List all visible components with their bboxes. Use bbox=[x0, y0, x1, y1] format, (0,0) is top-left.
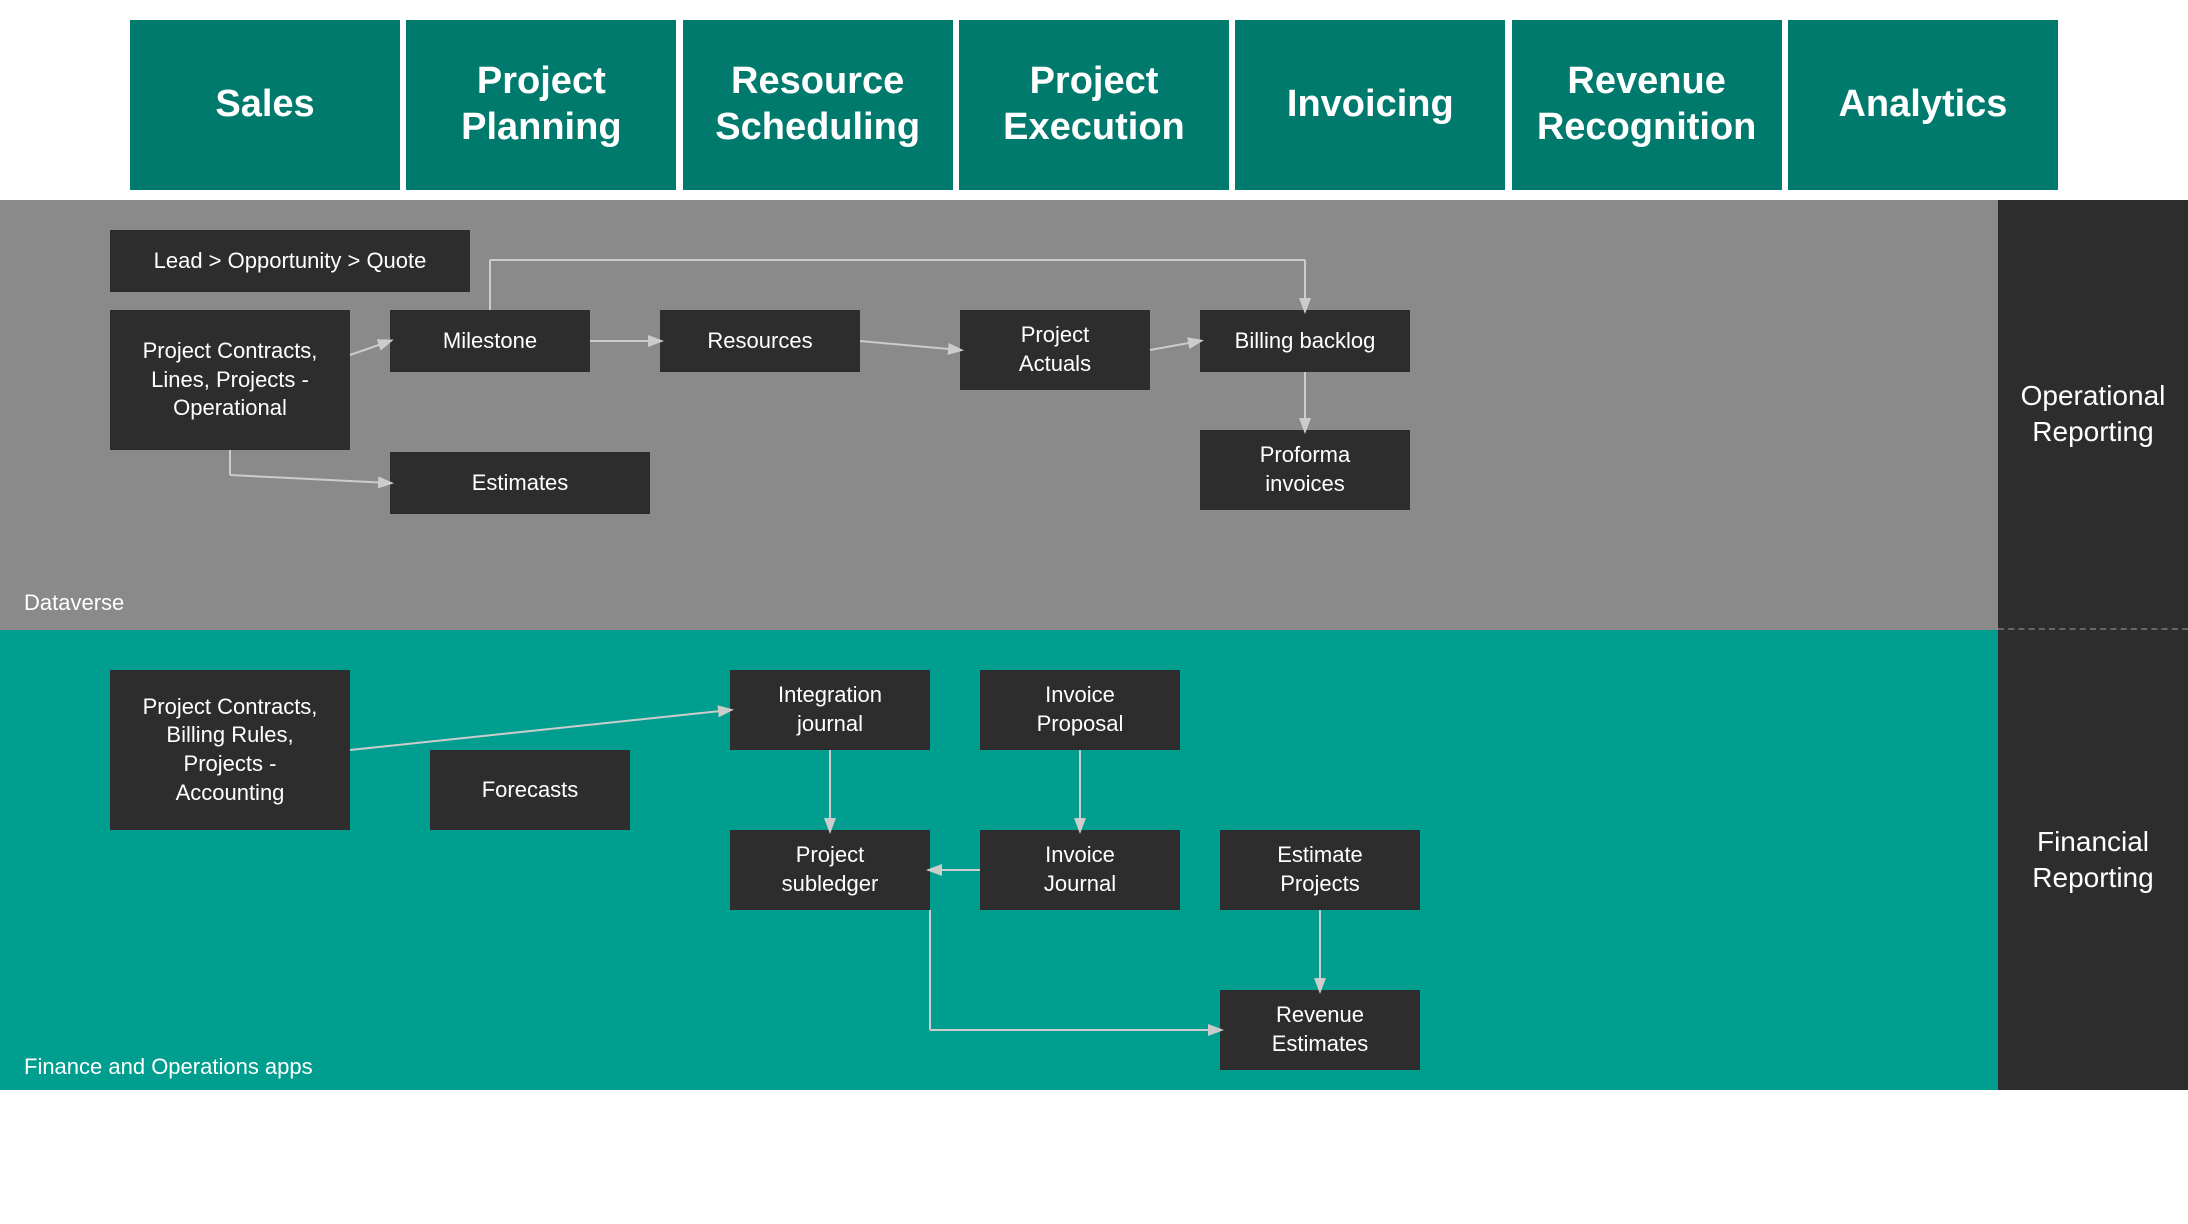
contracts-label: Project Contracts, Lines, Projects - Ope… bbox=[143, 337, 318, 423]
proj-contracts-accounting-label: Project Contracts, Billing Rules, Projec… bbox=[143, 693, 318, 807]
tile-sales: Sales bbox=[130, 20, 400, 190]
estimate-projects-box: Estimate Projects bbox=[1220, 830, 1420, 910]
tile-invoicing: Invoicing bbox=[1235, 20, 1505, 190]
milestone-label: Milestone bbox=[443, 327, 537, 356]
dataverse-label: Dataverse bbox=[24, 590, 124, 616]
project-subledger-label: Project subledger bbox=[782, 841, 879, 898]
forecasts-label: Forecasts bbox=[482, 776, 579, 805]
proforma-invoices-label: Proforma invoices bbox=[1260, 441, 1350, 498]
tile-project-execution: Project Execution bbox=[959, 20, 1229, 190]
project-subledger-box: Project subledger bbox=[730, 830, 930, 910]
integration-journal-box: Integration journal bbox=[730, 670, 930, 750]
proj-contracts-accounting-box: Project Contracts, Billing Rules, Projec… bbox=[110, 670, 350, 830]
analytics-column: Operational Reporting Financial Reportin… bbox=[1998, 200, 2188, 1090]
tile-revenue-recognition-label: Revenue Recognition bbox=[1537, 59, 1757, 150]
tile-project-execution-label: Project Execution bbox=[1003, 59, 1185, 150]
resources-box: Resources bbox=[660, 310, 860, 372]
tile-project-planning: Project Planning bbox=[406, 20, 676, 190]
tile-analytics: Analytics bbox=[1788, 20, 2058, 190]
tile-sales-label: Sales bbox=[215, 82, 314, 128]
milestone-box: Milestone bbox=[390, 310, 590, 372]
estimates-label: Estimates bbox=[472, 469, 569, 498]
proforma-invoices-box: Proforma invoices bbox=[1200, 430, 1410, 510]
project-actuals-box: Project Actuals bbox=[960, 310, 1150, 390]
revenue-estimates-box: Revenue Estimates bbox=[1220, 990, 1420, 1070]
invoice-journal-box: Invoice Journal bbox=[980, 830, 1180, 910]
tile-invoicing-label: Invoicing bbox=[1287, 82, 1454, 128]
resources-label: Resources bbox=[707, 327, 812, 356]
billing-backlog-box: Billing backlog bbox=[1200, 310, 1410, 372]
financial-reporting-cell: Financial Reporting bbox=[1998, 630, 2188, 1090]
dataverse-section: Lead > Opportunity > Quote Project Contr… bbox=[0, 200, 1998, 630]
lead-label: Lead > Opportunity > Quote bbox=[154, 247, 427, 276]
tile-revenue-recognition: Revenue Recognition bbox=[1512, 20, 1782, 190]
revenue-estimates-label: Revenue Estimates bbox=[1272, 1001, 1369, 1058]
operational-reporting-cell: Operational Reporting bbox=[1998, 200, 2188, 630]
estimate-projects-label: Estimate Projects bbox=[1277, 841, 1363, 898]
header-row: Sales Project Planning Resource Scheduli… bbox=[0, 20, 2188, 190]
finance-label: Finance and Operations apps bbox=[24, 1054, 313, 1080]
tile-resource-scheduling-label: Resource Scheduling bbox=[715, 59, 920, 150]
integration-journal-label: Integration journal bbox=[778, 681, 882, 738]
tile-project-planning-label: Project Planning bbox=[461, 59, 621, 150]
forecasts-box: Forecasts bbox=[430, 750, 630, 830]
diagram-area: Lead > Opportunity > Quote Project Contr… bbox=[0, 200, 2188, 1090]
billing-backlog-label: Billing backlog bbox=[1235, 327, 1376, 356]
contracts-box: Project Contracts, Lines, Projects - Ope… bbox=[110, 310, 350, 450]
tile-resource-scheduling: Resource Scheduling bbox=[683, 20, 953, 190]
invoice-journal-label: Invoice Journal bbox=[1044, 841, 1116, 898]
lead-box: Lead > Opportunity > Quote bbox=[110, 230, 470, 292]
financial-reporting-label: Financial Reporting bbox=[1998, 824, 2188, 897]
operational-reporting-label: Operational Reporting bbox=[1998, 378, 2188, 451]
estimates-box: Estimates bbox=[390, 452, 650, 514]
project-actuals-label: Project Actuals bbox=[1019, 321, 1091, 378]
finance-section: Project Contracts, Billing Rules, Projec… bbox=[0, 630, 1998, 1090]
two-sections: Lead > Opportunity > Quote Project Contr… bbox=[0, 200, 1998, 1090]
invoice-proposal-label: Invoice Proposal bbox=[1037, 681, 1124, 738]
tile-analytics-label: Analytics bbox=[1838, 82, 2007, 128]
invoice-proposal-box: Invoice Proposal bbox=[980, 670, 1180, 750]
